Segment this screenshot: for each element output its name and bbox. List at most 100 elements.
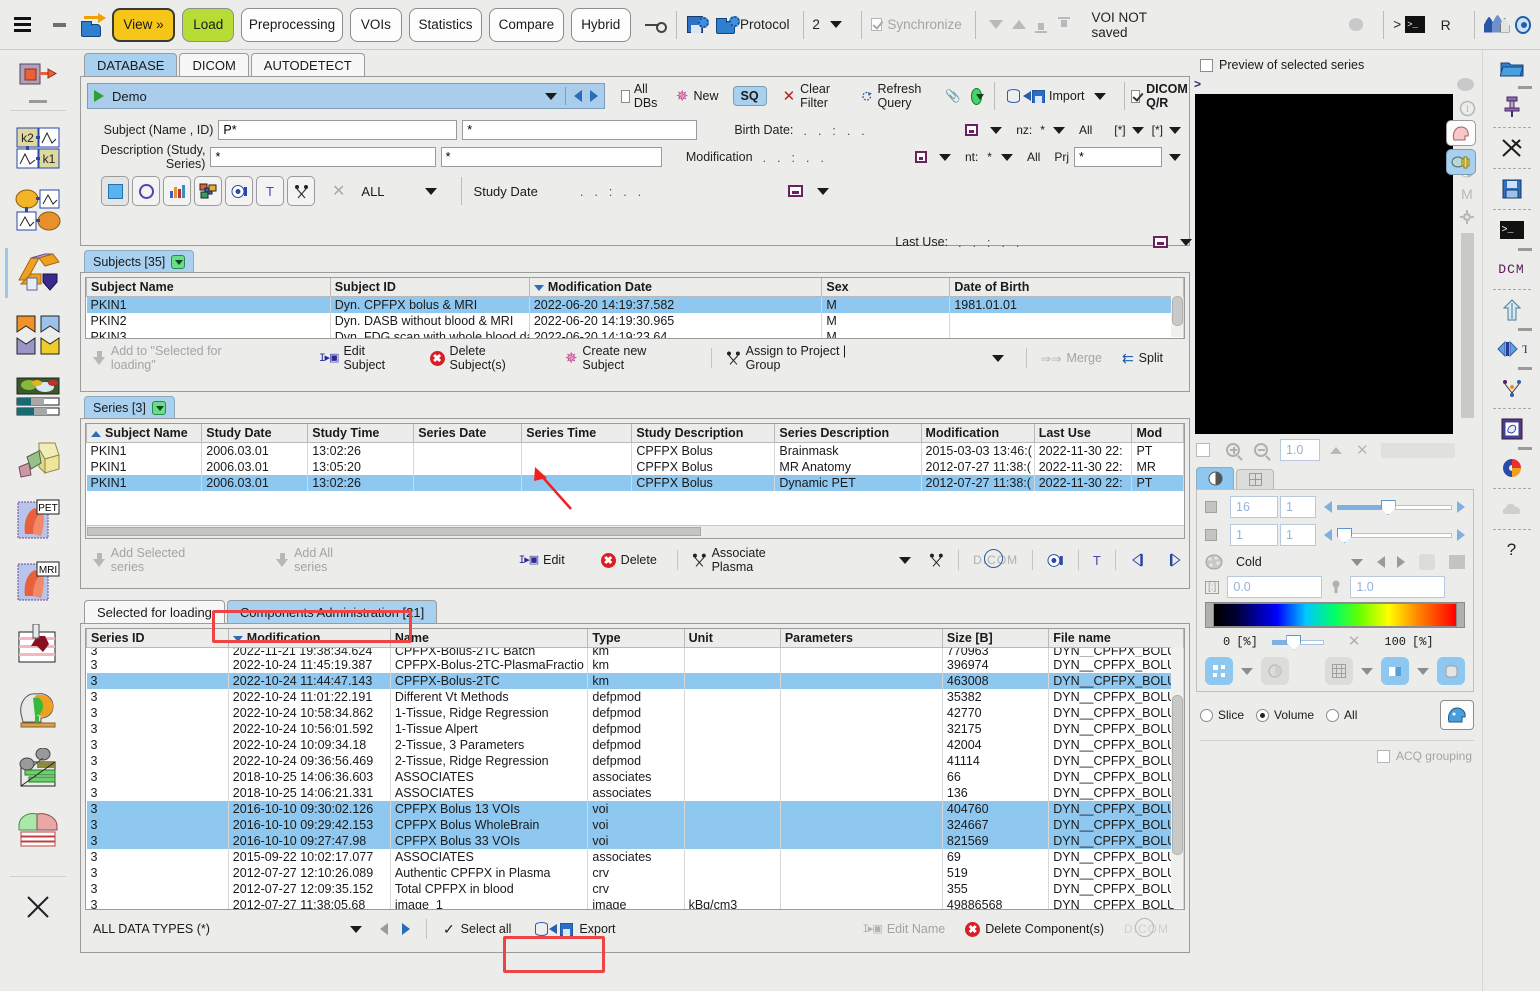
subjects-table[interactable]: Subject Name Subject ID Modification Date S… [86,278,1184,338]
column-header[interactable]: Modification [920,424,1035,443]
zoom-value-input[interactable] [1280,439,1320,461]
series-target-icon[interactable] [1047,553,1064,568]
last-use-dropdown-icon[interactable] [1180,238,1192,246]
mode-map-button[interactable] [194,176,222,206]
save-protocol-icon[interactable] [686,13,709,37]
colorbar-right-handle[interactable] [1456,602,1465,628]
component-row[interactable]: 3 2012-07-27 12:09:35.152 Total CPFPX in b… [86,880,1184,897]
modification-calendar-icon[interactable] [914,151,928,163]
rail-item-pkin[interactable] [0,180,76,242]
sq-button[interactable]: SQ [732,86,767,106]
column-header[interactable]: Modification Date [528,278,823,297]
delete-subjects-button[interactable]: ✖ Delete Subject(s) [429,344,545,372]
preview-select-checkbox[interactable] [1196,443,1210,457]
slice-index-input[interactable] [1280,496,1316,518]
rail-item-transfer[interactable]: T [1483,331,1540,367]
subjects-expand-icon[interactable] [171,254,186,269]
mode-text-button[interactable]: T [256,176,284,206]
column-header[interactable]: Last Use [1033,424,1133,443]
mode-roi-button[interactable] [132,176,160,206]
prev-database-icon[interactable] [573,90,582,102]
max-value-input[interactable] [1350,576,1446,598]
series-row[interactable]: PKIN1 2006.03.01 13:02:26 CPFPX Bolus Brainm… [86,442,1184,459]
rail-item-frame[interactable] [1483,411,1540,447]
layout-dropdown-icon[interactable] [1241,667,1253,675]
associate-plasma-button[interactable]: Associate Plasma [692,546,810,574]
rail-item-open-folder[interactable] [1483,50,1540,86]
preprocessing-button[interactable]: Preprocessing [241,7,343,42]
all-types-dropdown-icon[interactable] [424,187,437,195]
prj-dropdown-icon[interactable] [1168,153,1181,161]
component-row[interactable]: 3 2018-10-25 14:06:21.331 ASSOCIATES associ… [86,784,1184,801]
group-series-icon[interactable] [929,553,944,567]
rail-item-kinetic-modeling[interactable]: k2 k1 [0,118,76,180]
subject-id-input[interactable] [462,120,697,140]
tab-dicom[interactable]: DICOM [179,53,249,76]
series-expand-icon[interactable] [151,400,166,415]
rail-item-terminal[interactable]: >_ [1483,212,1540,248]
last-use-date-fields[interactable]: . . : . . [948,235,1153,250]
dicom-components-button[interactable]: DICOM [1124,918,1169,937]
rail-item-scissors[interactable] [1483,130,1540,166]
percent-reset-icon[interactable]: ✕ [1348,632,1361,651]
filter-down-icon[interactable] [985,13,1008,37]
download-icon[interactable] [1053,13,1076,37]
components-table[interactable]: Series ID Modification Name Type Unit Paramet… [86,629,1184,909]
component-row[interactable]: 3 2016-10-10 09:29:42.153 CPFPX Bolus Whol… [86,816,1184,833]
merge-button[interactable]: ⇒⇒ Merge [1041,351,1102,366]
frame-prev-icon[interactable] [1324,529,1332,541]
component-row[interactable]: 3 2012-07-27 11:38:05.68 image_1 image kBq/c… [86,896,1184,909]
component-row[interactable]: 3 2022-10-24 10:58:34.862 1-Tissue, Ridge … [86,704,1184,721]
modification-date-fields[interactable]: . . : . . [753,150,915,165]
info-icon[interactable]: I [1459,100,1476,117]
component-row[interactable]: 3 2016-10-10 09:30:02.126 CPFPX Bolus 13 V… [86,800,1184,817]
new-label[interactable]: New [693,89,718,103]
column-header[interactable]: Unit [683,629,781,648]
zoom-in-icon[interactable] [1226,443,1240,457]
series-table[interactable]: Subject Name Study Date Study Time Series D… [86,424,1184,491]
scope-slice-radio[interactable] [1200,708,1213,722]
colortable-invert-icon[interactable] [1419,554,1435,570]
users-icon[interactable] [1483,14,1510,35]
subject-row[interactable]: PKIN3 Dyn. FDG scan with whole blood da 20… [86,329,1184,338]
rail-item-fusion[interactable] [0,304,76,366]
rail-item-pin[interactable] [1483,89,1540,125]
scope-volume-radio[interactable] [1256,708,1270,722]
subjects-tab[interactable]: Subjects [35] [84,250,195,272]
statistics-button[interactable]: Statistics [408,7,483,42]
series-tab[interactable]: Series [3] [84,396,175,418]
database-selector[interactable]: Demo [87,83,605,109]
nt-dropdown-icon[interactable] [1000,153,1013,161]
rail-item-close[interactable] [0,884,76,930]
add-selected-series-button[interactable]: Add Selected series [93,546,220,574]
component-row[interactable]: 3 2012-07-27 12:10:26.089 Authentic CPFPX … [86,864,1184,881]
component-row[interactable]: 3 2015-09-22 10:02:17.077 ASSOCIATES associ… [86,848,1184,865]
preview-checkbox[interactable] [1200,58,1213,72]
components-vertical-scrollbar[interactable] [1171,647,1183,908]
column-header[interactable]: Sex [821,278,951,297]
min-value-input[interactable] [1227,576,1323,598]
column-header[interactable]: Series Description [774,424,922,443]
rail-item-mri-cardiac[interactable]: MRI [0,552,76,614]
preview-vertical-scrollbar[interactable] [1460,233,1474,418]
clear-mode-x-icon[interactable]: ✕ [332,181,345,201]
column-header[interactable]: Series Date [413,424,523,443]
column-header[interactable]: Date of Birth [949,278,1184,297]
camera-icon[interactable] [1515,15,1532,34]
subject-name-input[interactable] [218,120,458,140]
tab-color-settings[interactable] [1196,467,1234,489]
gear-icon[interactable] [1459,209,1475,225]
load-protocol-icon[interactable] [716,13,741,37]
nz-dropdown-icon[interactable] [1052,126,1065,134]
mode-target-button[interactable] [225,176,253,206]
import-dropdown-icon[interactable] [1094,92,1107,100]
split-button[interactable]: ⇇ Split [1122,350,1163,367]
frame-count-input[interactable] [1230,524,1278,546]
column-header[interactable]: Parameters [779,629,943,648]
database-dropdown-icon[interactable] [544,92,557,100]
rail-item-help[interactable]: ? [1483,532,1540,568]
grid-dropdown-icon[interactable] [1361,667,1373,675]
component-row[interactable]: 3 2022-10-24 11:45:19.387 CPFPX-Bolus-2TC-… [86,656,1184,673]
green-arrow-icon[interactable] [970,87,984,105]
component-row[interactable]: 3 2022-10-24 11:44:47.143 CPFPX-Bolus-2TC k… [86,672,1184,689]
